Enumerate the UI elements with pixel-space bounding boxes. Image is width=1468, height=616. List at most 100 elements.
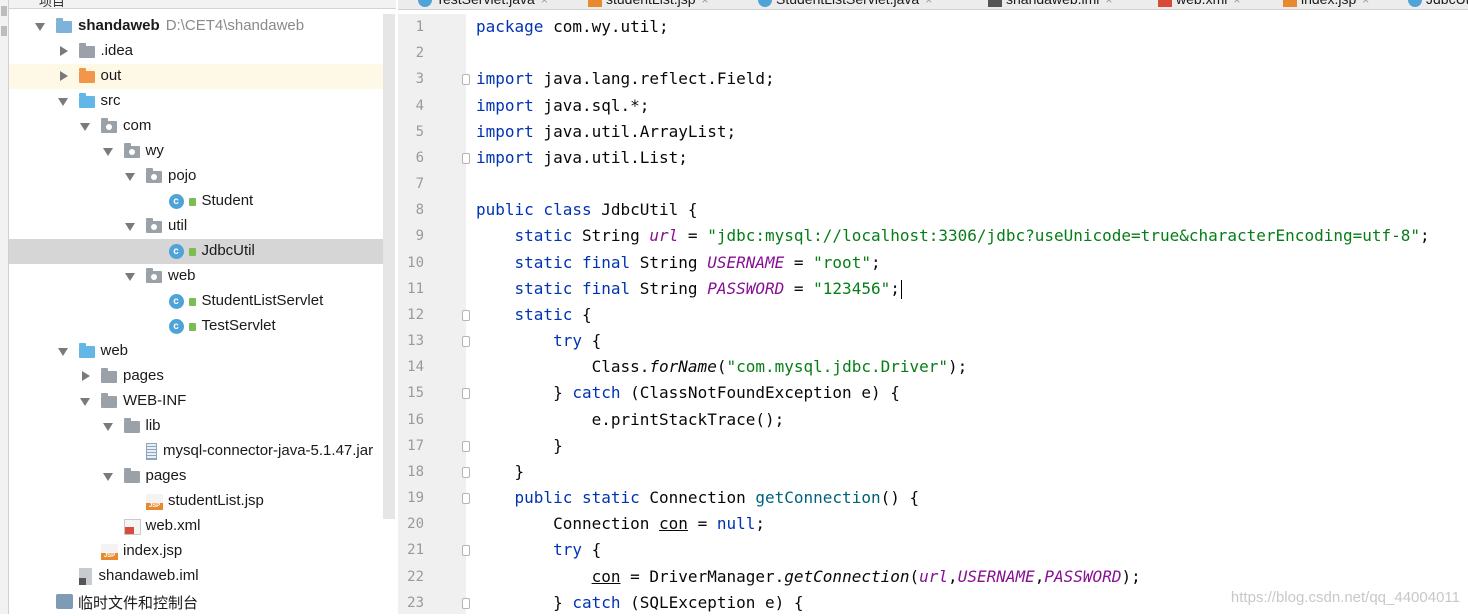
code-line[interactable]: public static Connection getConnection()… — [476, 485, 920, 511]
expand-arrow-icon[interactable] — [57, 98, 68, 106]
code-line[interactable]: Connection con = null; — [476, 511, 765, 537]
class-icon: c — [168, 244, 184, 259]
expand-arrow-icon[interactable] — [102, 423, 113, 431]
code-line[interactable]: static final String USERNAME = "root"; — [476, 250, 881, 276]
tree-item[interactable]: JSP studentList.jsp — [9, 489, 384, 514]
tree-item[interactable]: web.xml — [9, 514, 384, 539]
expand-arrow-icon[interactable] — [102, 473, 113, 481]
code-token: = — [784, 278, 814, 298]
code-token: import — [476, 121, 534, 141]
collapse-arrow-icon[interactable] — [59, 71, 68, 81]
expand-arrow-icon[interactable] — [57, 348, 68, 356]
fold-marker-icon[interactable] — [462, 74, 470, 86]
fold-marker-icon[interactable] — [462, 466, 470, 478]
code-token: import — [476, 69, 534, 89]
tree-item[interactable]: c Student — [9, 189, 384, 214]
code-line[interactable]: con = DriverManager.getConnection(url,US… — [476, 564, 1141, 590]
expand-arrow-icon[interactable] — [125, 273, 135, 281]
code-line[interactable]: static String url = "jdbc:mysql://localh… — [476, 223, 1430, 249]
code-token: ; — [755, 514, 766, 534]
fold-marker-icon[interactable] — [462, 440, 470, 452]
close-tab-icon[interactable]: × — [1105, 0, 1112, 7]
editor-tab[interactable]: studentList.jsp × — [588, 0, 709, 9]
code-token: String — [630, 252, 708, 272]
tree-item[interactable]: src — [9, 89, 384, 114]
expand-arrow-icon[interactable] — [80, 398, 90, 406]
fold-marker-icon[interactable] — [462, 545, 470, 557]
tree-item[interactable]: pages — [9, 364, 384, 389]
tree-item[interactable]: lib — [9, 414, 384, 439]
code-line[interactable]: } catch (SQLException e) { — [476, 590, 803, 616]
tree-item[interactable]: util — [9, 214, 384, 239]
fold-marker-icon[interactable] — [462, 336, 470, 348]
code-line[interactable]: import java.lang.reflect.Field; — [476, 66, 775, 92]
fold-marker-icon[interactable] — [462, 493, 470, 505]
tree-item[interactable]: out — [9, 64, 384, 89]
tree-item[interactable]: 临时文件和控制台 — [9, 589, 384, 614]
code-line[interactable]: import java.util.ArrayList; — [476, 119, 736, 145]
code-token: getConnection — [784, 566, 910, 586]
tree-item[interactable]: pages — [9, 464, 384, 489]
tree-item[interactable]: wy — [9, 139, 384, 164]
code-line[interactable]: try { — [476, 328, 601, 354]
folder-icon — [101, 393, 117, 408]
code-line[interactable]: e.printStackTrace(); — [476, 407, 785, 433]
tree-item[interactable]: mysql-connector-java-5.1.47.jar — [9, 439, 384, 464]
tree-item[interactable]: web — [9, 339, 384, 364]
editor-tab[interactable]: StudentListServlet.java × — [758, 0, 932, 9]
code-token: { — [581, 331, 602, 351]
close-tab-icon[interactable]: × — [702, 0, 709, 7]
expand-arrow-icon[interactable] — [125, 223, 135, 231]
code-line[interactable]: import java.sql.*; — [476, 93, 649, 119]
tree-item[interactable]: shandaweb D:\CET4\shandaweb — [9, 14, 384, 39]
code-line[interactable]: } — [476, 433, 563, 459]
tree-item[interactable]: pojo — [9, 164, 384, 189]
code-line[interactable]: import java.util.List; — [476, 145, 688, 171]
code-line[interactable]: } — [476, 459, 525, 485]
left-tool-strip[interactable] — [0, 0, 9, 614]
project-folder-icon — [56, 18, 72, 33]
project-tree[interactable]: shandaweb D:\CET4\shandaweb .idea out src com… — [9, 14, 396, 614]
expand-arrow-icon[interactable] — [102, 148, 113, 156]
close-tab-icon[interactable]: × — [1233, 0, 1240, 7]
close-tab-icon[interactable]: × — [1362, 0, 1369, 7]
project-tree-scrollbar[interactable] — [383, 14, 395, 519]
tree-item[interactable]: c JdbcUtil — [9, 239, 384, 264]
fold-marker-icon[interactable] — [462, 388, 470, 400]
editor-tab[interactable]: shandaweb.iml × — [988, 0, 1112, 9]
tree-item[interactable]: .idea — [9, 39, 384, 64]
tree-item-label: util — [168, 217, 187, 234]
tree-item[interactable]: WEB-INF — [9, 389, 384, 414]
editor-tab[interactable]: index.jsp × — [1283, 0, 1369, 9]
tree-item[interactable]: c TestServlet — [9, 314, 384, 339]
editor-tab[interactable]: TestServlet.java × — [418, 0, 548, 9]
close-tab-icon[interactable]: × — [925, 0, 932, 7]
editor-tab[interactable]: web.xml × — [1158, 0, 1240, 9]
tree-item[interactable]: c StudentListServlet — [9, 289, 384, 314]
tree-item[interactable]: shandaweb.iml — [9, 564, 384, 589]
collapse-arrow-icon[interactable] — [82, 371, 90, 381]
tree-item[interactable]: JSP index.jsp — [9, 539, 384, 564]
tree-item[interactable]: com — [9, 114, 384, 139]
expand-arrow-icon[interactable] — [125, 173, 135, 181]
tree-item[interactable]: web — [9, 264, 384, 289]
expand-arrow-icon[interactable] — [80, 123, 90, 131]
expand-arrow-icon[interactable] — [35, 23, 45, 31]
tool-window-tab[interactable] — [1, 26, 7, 36]
editor-tab[interactable]: JdbcUtil.java× — [1408, 0, 1468, 9]
code-line[interactable]: Class.forName("com.mysql.jdbc.Driver"); — [476, 354, 968, 380]
editor-tab-bar[interactable]: TestServlet.java× studentList.jsp× Student… — [398, 0, 1468, 10]
fold-marker-icon[interactable] — [462, 152, 470, 164]
collapse-arrow-icon[interactable] — [59, 46, 68, 56]
code-line[interactable]: try { — [476, 537, 601, 563]
fold-marker-icon[interactable] — [462, 309, 470, 321]
code-line[interactable]: static { — [476, 302, 592, 328]
code-line[interactable]: public class JdbcUtil { — [476, 197, 698, 223]
fold-marker-icon[interactable] — [462, 597, 470, 609]
code-line[interactable]: static final String PASSWORD = "123456"; — [476, 276, 902, 302]
tool-window-tab[interactable] — [1, 6, 7, 16]
code-line[interactable]: package com.wy.util; — [476, 14, 669, 40]
close-tab-icon[interactable]: × — [541, 0, 548, 7]
code-line[interactable]: } catch (ClassNotFoundException e) { — [476, 380, 900, 406]
